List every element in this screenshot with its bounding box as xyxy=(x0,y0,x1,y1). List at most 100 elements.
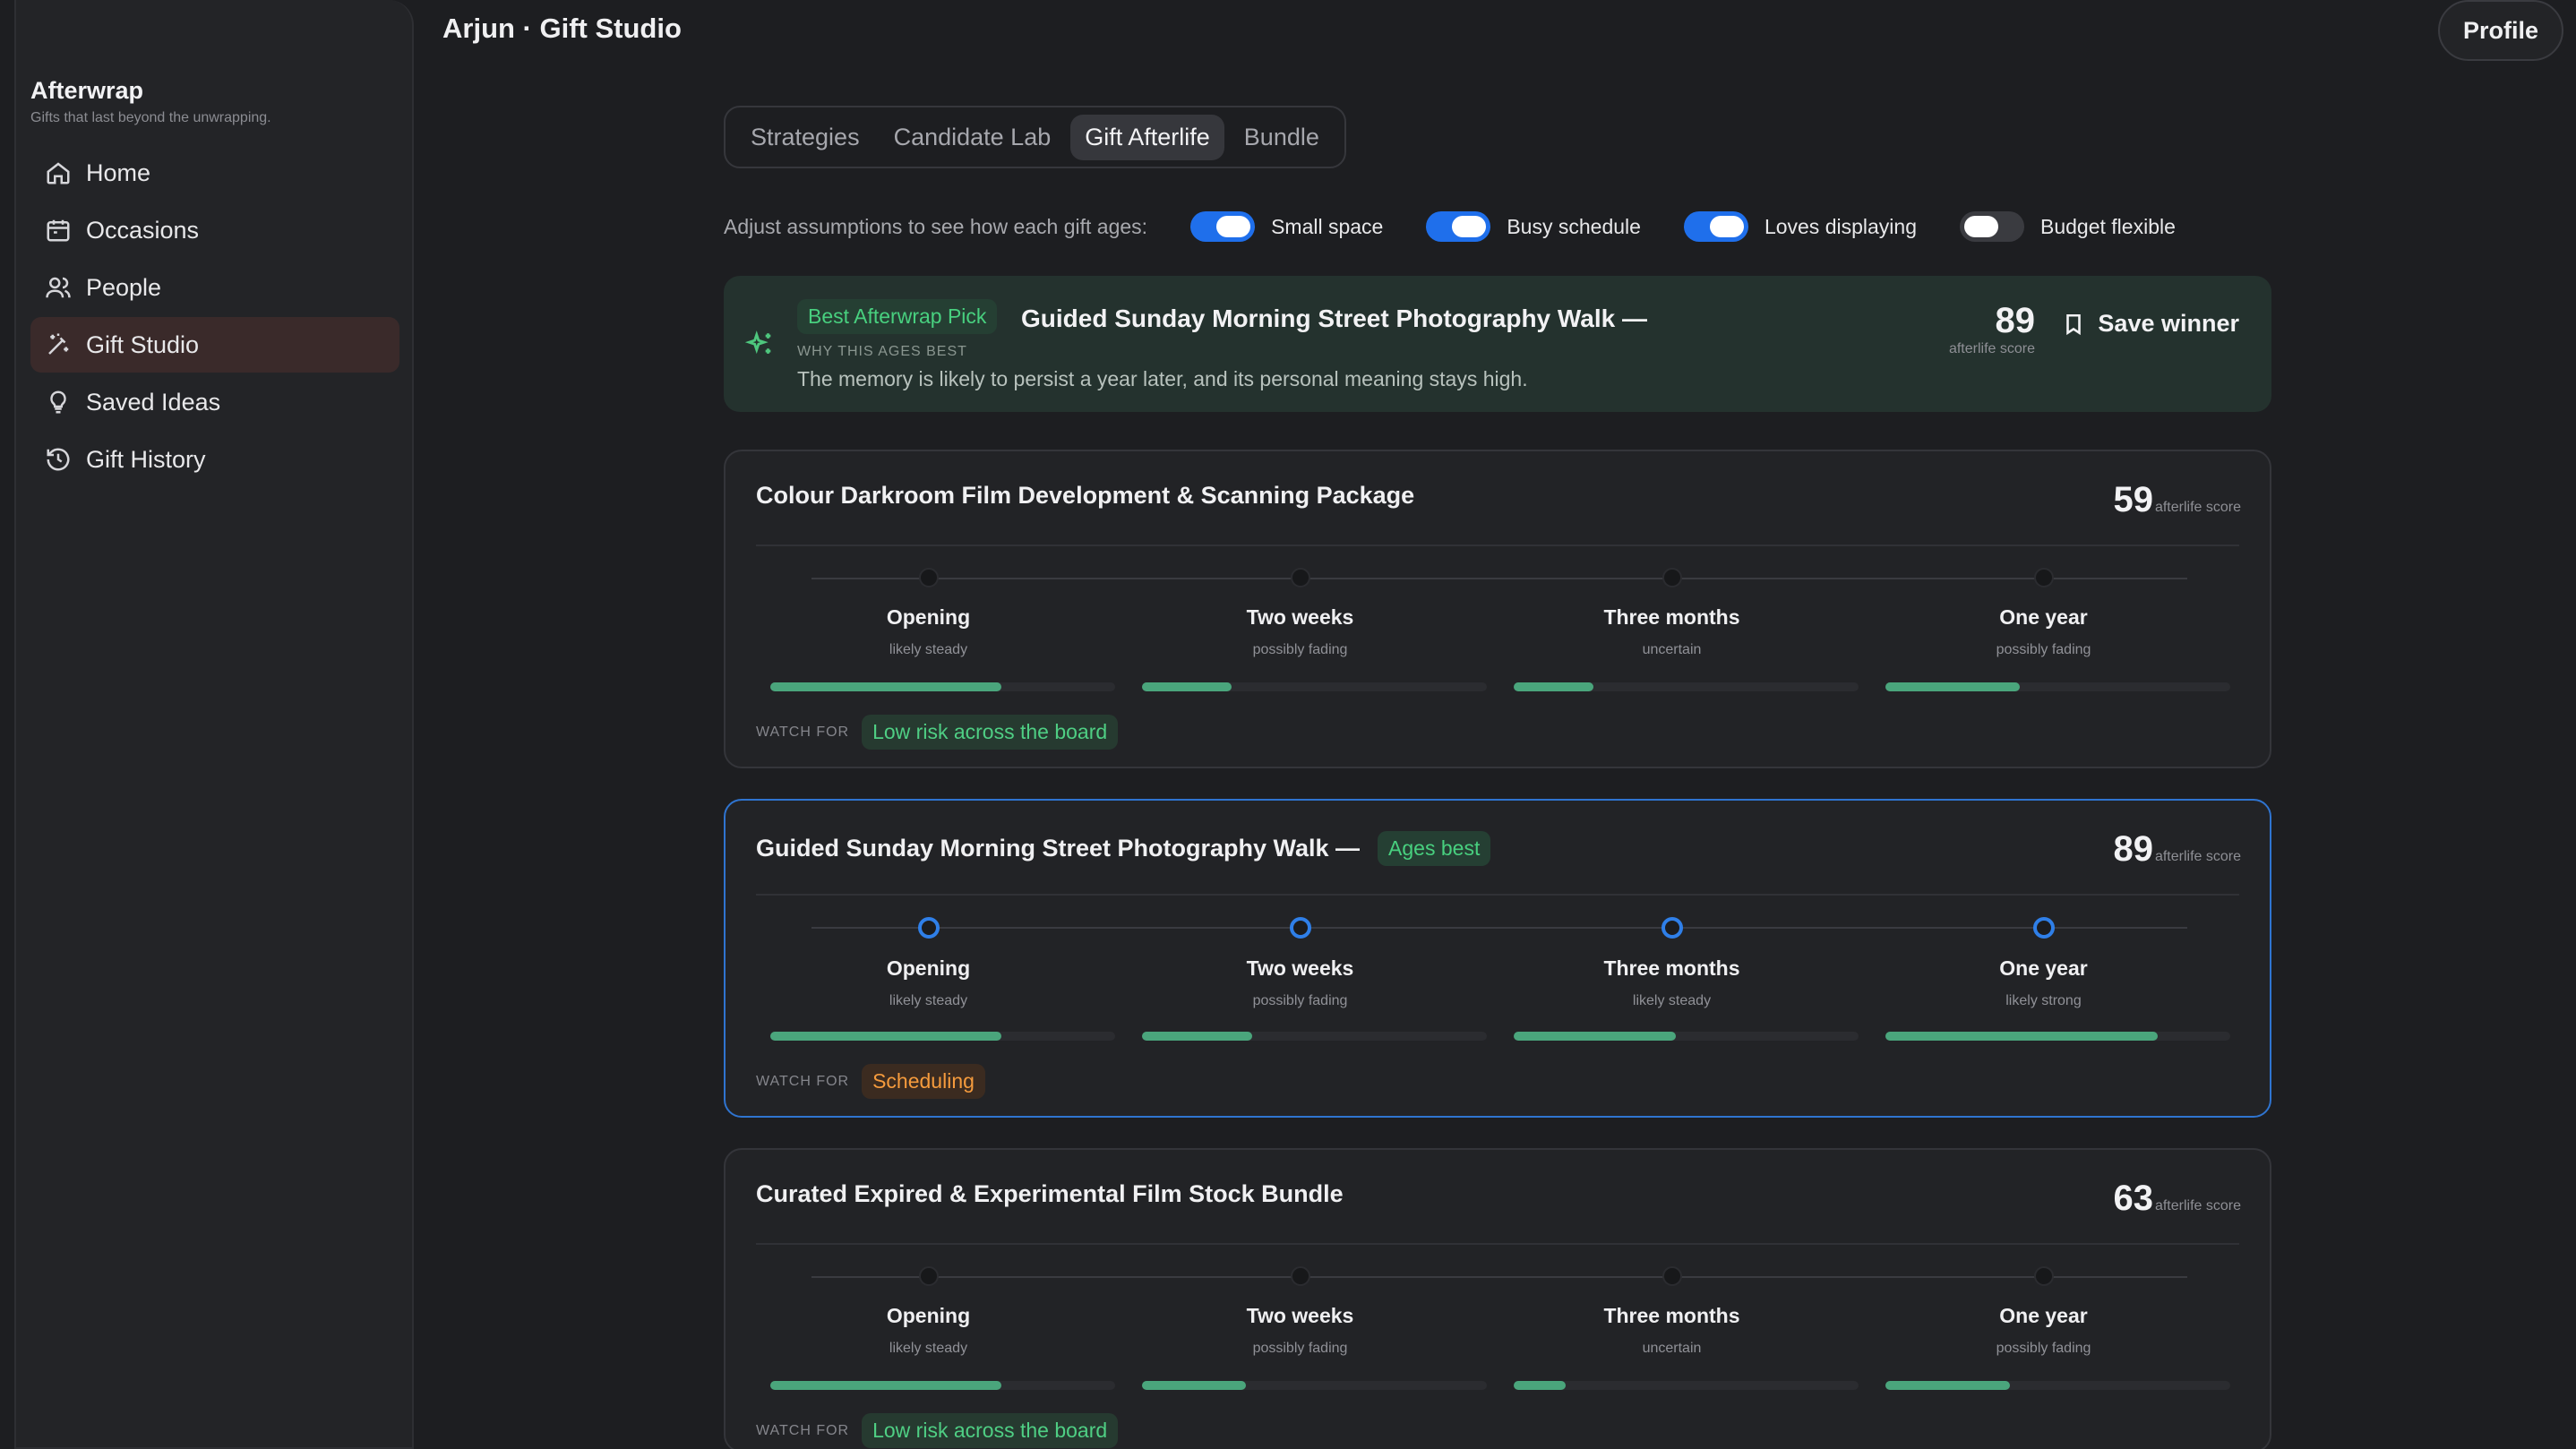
sidebar-item-label: Home xyxy=(86,159,151,186)
score-caption: afterlife score xyxy=(2154,500,2241,515)
tab-bundle[interactable]: Bundle xyxy=(1230,115,1334,160)
sidebar-item-label: Saved Ideas xyxy=(86,388,221,416)
stage-dot xyxy=(2032,917,2055,939)
toggle-small-space[interactable]: Small space xyxy=(1190,211,1383,242)
afterlife-timeline: Opening likely steady Two weeks possibly… xyxy=(756,562,2243,697)
stage-bar-fill xyxy=(1885,1032,2159,1041)
sidebar-item-gift-history[interactable]: Gift History xyxy=(30,432,399,487)
stage-bar-fill xyxy=(770,682,1001,691)
toggle-label: Loves displaying xyxy=(1764,214,1917,238)
toggle-busy-schedule[interactable]: Busy schedule xyxy=(1426,211,1641,242)
winner-description: The memory is likely to persist a year l… xyxy=(797,367,1528,390)
stage-status: uncertain xyxy=(1642,642,1702,657)
toggle-label: Small space xyxy=(1271,214,1384,238)
stage-name: Two weeks xyxy=(1246,1304,1354,1327)
card-title: Guided Sunday Morning Street Photography… xyxy=(756,831,1491,866)
brand: Afterwrap Gifts that last beyond the unw… xyxy=(30,77,271,126)
bookmark-icon xyxy=(2066,313,2082,335)
sidebar-item-home[interactable]: Home xyxy=(30,145,399,201)
stage-bar xyxy=(770,1032,1115,1041)
toggle-loves-displaying[interactable]: Loves displaying xyxy=(1683,211,1917,242)
timeline-stage: Three months uncertain xyxy=(1499,562,1844,658)
toggle-switch[interactable] xyxy=(1683,211,1748,242)
stage-status: likely steady xyxy=(889,993,968,1008)
gift-card[interactable]: Curated Expired & Experimental Film Stoc… xyxy=(724,1148,2271,1449)
stage-bar-fill xyxy=(770,1381,1001,1390)
tab-candidate-lab[interactable]: Candidate Lab xyxy=(880,115,1066,160)
stage-name: One year xyxy=(1999,605,2088,629)
watch-for-badge: Low risk across the board xyxy=(862,1413,1119,1448)
stage-bar-fill xyxy=(1514,1032,1676,1041)
card-title: Colour Darkroom Film Development & Scann… xyxy=(756,482,1414,510)
stage-bar-fill xyxy=(1514,1381,1566,1390)
watch-for-badge: Scheduling xyxy=(862,1064,985,1099)
card-score: 63 afterlife score xyxy=(2113,1179,2241,1219)
save-winner-button[interactable]: Save winner xyxy=(2062,310,2239,338)
stage-status: possibly fading xyxy=(1996,1341,2091,1356)
profile-button[interactable]: Profile xyxy=(2437,0,2563,61)
stage-bar xyxy=(1885,682,2230,691)
card-title-text: Curated Expired & Experimental Film Stoc… xyxy=(756,1180,1344,1207)
stage-bar xyxy=(770,1381,1115,1390)
watch-for-row: WATCH FOR Low risk across the board xyxy=(756,1413,1119,1448)
stage-name: Opening xyxy=(886,605,971,629)
sparkles-icon xyxy=(745,330,771,355)
stage-dot xyxy=(1662,1266,1682,1286)
score-value: 89 xyxy=(1995,301,2036,340)
stage-name: Two weeks xyxy=(1246,956,1354,980)
sidebar-item-gift-studio[interactable]: Gift Studio xyxy=(30,317,399,373)
toggle-switch[interactable] xyxy=(1190,211,1256,242)
sidebar-item-label: Gift Studio xyxy=(86,330,200,358)
timeline-stage: Three months uncertain xyxy=(1499,1261,1844,1357)
stage-status: possibly fading xyxy=(1252,1341,1348,1356)
stage-dot xyxy=(918,568,939,587)
stage-bar-fill xyxy=(1514,682,1593,691)
timeline-stage: One year possibly fading xyxy=(1871,1261,2216,1357)
timeline-stage: Two weeks possibly fading xyxy=(1128,1261,1473,1357)
sidebar: Afterwrap Gifts that last beyond the unw… xyxy=(14,0,414,1449)
home-icon xyxy=(47,162,70,184)
score-caption: afterlife score xyxy=(2154,849,2241,864)
stage-status: possibly fading xyxy=(1252,993,1348,1008)
winner-why-label: WHY THIS AGES BEST xyxy=(797,344,967,359)
watch-for-label: WATCH FOR xyxy=(756,1073,850,1089)
sidebar-item-saved-ideas[interactable]: Saved Ideas xyxy=(30,374,399,430)
card-divider xyxy=(756,1243,2239,1245)
card-divider xyxy=(756,894,2239,896)
magic-wand-icon xyxy=(48,333,69,355)
timeline-stage: One year possibly fading xyxy=(1871,562,2216,658)
stage-bar xyxy=(1514,682,1859,691)
toggle-switch[interactable] xyxy=(1960,211,2024,242)
stage-dot xyxy=(1661,917,1683,939)
toggle-budget-flexible[interactable]: Budget flexible xyxy=(1960,211,2176,242)
stage-bar-fill xyxy=(770,1032,1001,1041)
score-value: 59 xyxy=(2113,480,2153,519)
stage-dot xyxy=(2033,568,2054,587)
timeline-stage: Three months likely steady xyxy=(1499,912,1844,1009)
sidebar-item-occasions[interactable]: Occasions xyxy=(30,202,399,258)
stage-bar xyxy=(1142,1381,1487,1390)
stage-name: Opening xyxy=(886,1304,971,1327)
tab-strategies[interactable]: Strategies xyxy=(736,115,874,160)
ages-best-badge: Ages best xyxy=(1378,831,1491,866)
toggle-label: Busy schedule xyxy=(1507,214,1641,238)
tab-bar: Strategies Candidate Lab Gift Afterlife … xyxy=(724,106,1346,168)
timeline-stage: One year likely strong xyxy=(1871,912,2216,1009)
stage-status: likely steady xyxy=(889,642,968,657)
gift-card[interactable]: Colour Darkroom Film Development & Scann… xyxy=(724,450,2271,768)
stage-bar xyxy=(1885,1381,2230,1390)
watch-for-row: WATCH FOR Scheduling xyxy=(756,1064,985,1099)
sidebar-item-people[interactable]: People xyxy=(30,260,399,315)
stage-dot xyxy=(1289,917,1311,939)
stage-bar xyxy=(1885,1032,2230,1041)
stage-bar xyxy=(770,682,1115,691)
score-caption: afterlife score xyxy=(2154,1198,2241,1213)
sidebar-item-label: Occasions xyxy=(86,216,200,244)
stage-status: uncertain xyxy=(1642,1341,1702,1356)
stage-bar-fill xyxy=(1885,1381,2010,1390)
tab-gift-afterlife[interactable]: Gift Afterlife xyxy=(1070,114,1224,160)
toggle-switch[interactable] xyxy=(1426,211,1491,242)
stage-name: Three months xyxy=(1603,956,1740,980)
gift-card[interactable]: Guided Sunday Morning Street Photography… xyxy=(724,799,2271,1118)
assumptions-row: Adjust assumptions to see how each gift … xyxy=(724,210,2219,244)
